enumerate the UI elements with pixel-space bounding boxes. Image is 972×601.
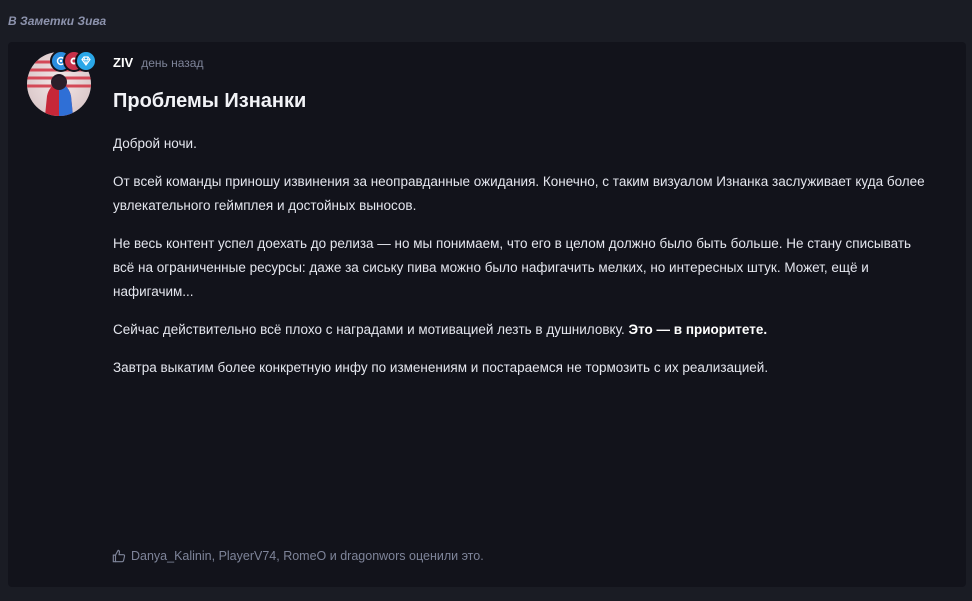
author-line: ZIV день назад — [113, 55, 203, 70]
paragraph-text: Сейчас действительно всё плохо с награда… — [113, 322, 629, 337]
likes-summary: Danya_Kalinin, PlayerV74, RomeO и dragon… — [112, 549, 484, 563]
post-body: Доброй ночи. От всей команды приношу изв… — [113, 132, 933, 394]
thumbs-up-icon[interactable] — [112, 549, 126, 563]
paragraph: Доброй ночи. — [113, 136, 197, 151]
paragraph-bold-text: Это — в приоритете. — [628, 322, 768, 337]
likes-suffix: оценили это. — [405, 549, 484, 563]
likes-separator: , — [276, 549, 284, 563]
liker-link[interactable]: RomeO — [283, 549, 326, 563]
post-time[interactable]: день назад — [141, 56, 203, 70]
liker-link[interactable]: dragonwors — [340, 549, 405, 563]
post-card: ZIV день назад Проблемы Изнанки Доброй но… — [8, 42, 966, 587]
avatar-container[interactable] — [27, 50, 97, 116]
likes-conjunction: и — [326, 549, 341, 563]
paragraph: Завтра выкатим более конкретную инфу по … — [113, 360, 769, 375]
liker-link[interactable]: PlayerV74 — [219, 549, 277, 563]
paragraph: Сейчас действительно всё плохо с награда… — [113, 318, 933, 342]
paragraph: Не весь контент успел доехать до релиза … — [113, 236, 912, 299]
post-title: Проблемы Изнанки — [113, 90, 307, 112]
likes-separator: , — [211, 549, 219, 563]
breadcrumb-link[interactable]: В Заметки Зива — [8, 14, 106, 28]
author-name[interactable]: ZIV — [113, 55, 133, 70]
paragraph: От всей команды приношу извинения за нео… — [113, 174, 925, 213]
liker-link[interactable]: Danya_Kalinin — [131, 549, 212, 563]
diamond-badge-icon — [75, 50, 97, 72]
